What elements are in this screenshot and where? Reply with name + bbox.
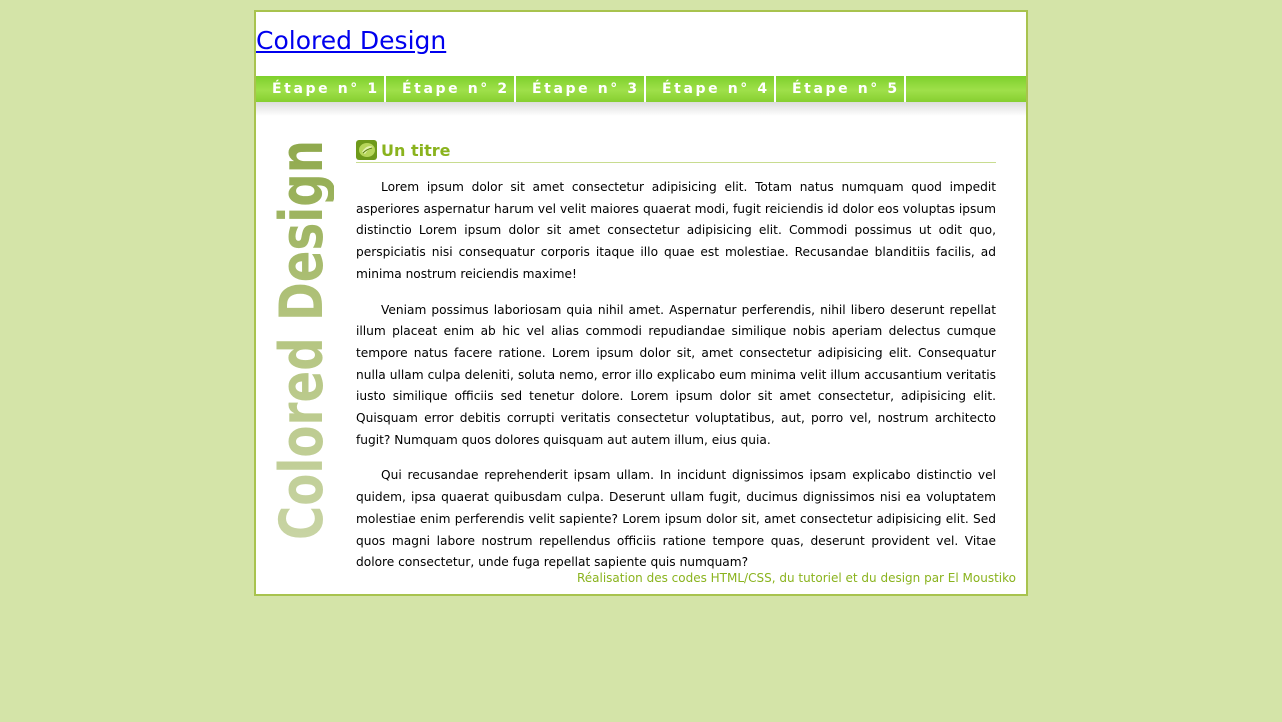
section-header: Un titre bbox=[356, 138, 996, 163]
side-logo: Colored Design bbox=[267, 140, 334, 540]
nav-item-etape-3[interactable]: Étape n° 3 bbox=[516, 76, 646, 102]
nav-item-etape-4[interactable]: Étape n° 4 bbox=[646, 76, 776, 102]
leaf-icon bbox=[356, 140, 377, 160]
nav-item-etape-2[interactable]: Étape n° 2 bbox=[386, 76, 516, 102]
footer-credit: Réalisation des codes HTML/CSS, du tutor… bbox=[576, 571, 1016, 585]
main-nav: Étape n° 1 Étape n° 2 Étape n° 3 Étape n… bbox=[256, 76, 1026, 102]
side-logo-text: Colored Design bbox=[267, 140, 334, 540]
site-title: Colored Design bbox=[256, 26, 446, 55]
paragraph-1: Lorem ipsum dolor sit amet consectetur a… bbox=[356, 180, 996, 281]
main-content: Un titre Lorem ipsum dolor sit amet cons… bbox=[356, 138, 996, 574]
page-container: Colored Design Étape n° 1 Étape n° 2 Éta… bbox=[254, 10, 1028, 596]
site-title-link[interactable]: Colored Design bbox=[256, 26, 446, 55]
nav-item-etape-1[interactable]: Étape n° 1 bbox=[256, 76, 386, 102]
nav-item-etape-5[interactable]: Étape n° 5 bbox=[776, 76, 906, 102]
paragraph-3: Qui recusandae reprehenderit ipsam ullam… bbox=[356, 468, 996, 570]
nav-shadow bbox=[256, 102, 1026, 116]
section-title: Un titre bbox=[381, 140, 451, 160]
paragraph-2: Veniam possimus laboriosam quia nihil am… bbox=[356, 302, 996, 447]
